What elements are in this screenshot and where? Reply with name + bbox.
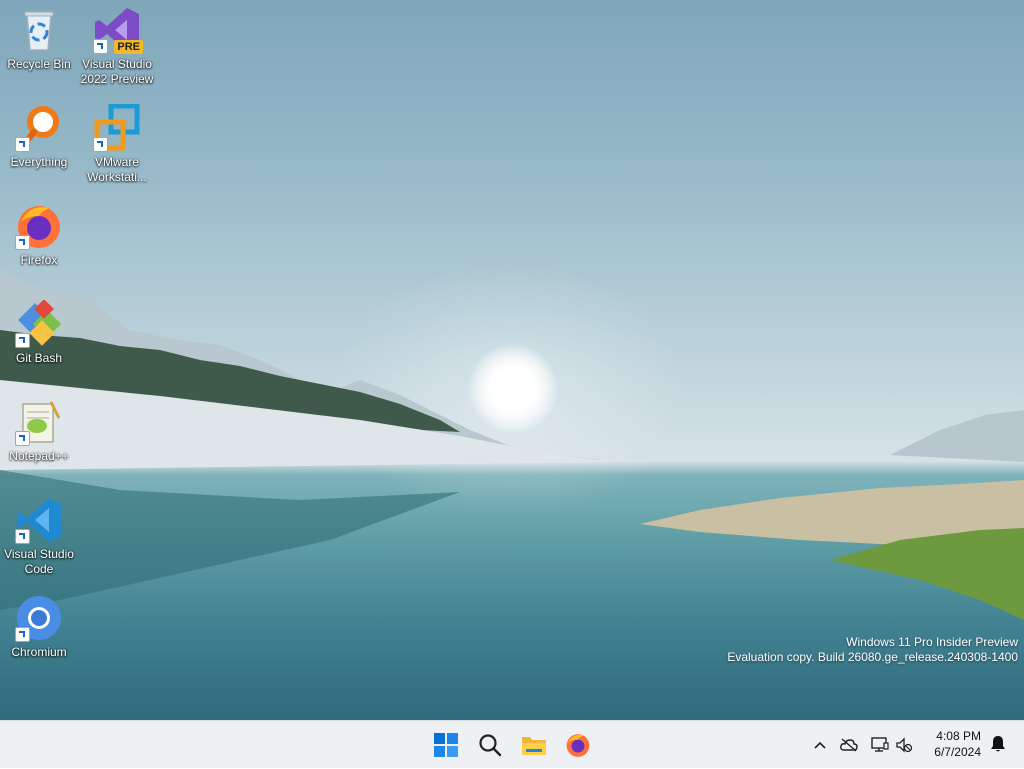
desktop-icon-label: Visual Studio 2022 Preview — [80, 57, 154, 86]
search-button[interactable] — [474, 729, 506, 761]
onedrive-button[interactable] — [834, 733, 864, 757]
vscode-icon — [15, 496, 63, 544]
firefox-taskbar-button[interactable] — [562, 729, 594, 761]
desktop-icon-label: Recycle Bin — [7, 57, 71, 71]
firefox-icon — [15, 202, 63, 250]
clock-time: 4:08 PM — [936, 729, 981, 743]
desktop-icon-notepad-plus-plus[interactable]: Notepad++ — [0, 398, 78, 464]
notifications-button[interactable] — [990, 735, 1006, 755]
shortcut-arrow-icon — [15, 529, 30, 544]
file-explorer-button[interactable] — [518, 729, 550, 761]
show-hidden-icons-button[interactable] — [810, 733, 830, 757]
evaluation-watermark: Windows 11 Pro Insider Preview Evaluatio… — [727, 635, 1018, 665]
everything-magnifier-icon — [15, 104, 63, 152]
shortcut-arrow-icon — [15, 431, 30, 446]
desktop-icon-label: Notepad++ — [9, 449, 69, 463]
shortcut-arrow-icon — [15, 235, 30, 250]
desktop-icon-visual-studio-2022-preview[interactable]: PRE Visual Studio 2022 Preview — [78, 6, 156, 87]
network-button[interactable] — [868, 733, 892, 757]
preview-badge: PRE — [114, 40, 143, 54]
desktop-icon-label: VMware Workstati... — [87, 155, 147, 184]
desktop-icon-recycle-bin[interactable]: Recycle Bin — [0, 6, 78, 72]
shortcut-arrow-icon — [93, 137, 108, 152]
system-tray — [810, 721, 916, 769]
desktop-icon-label: Chromium — [11, 645, 67, 659]
desktop-icon-firefox[interactable]: Firefox — [0, 202, 78, 268]
visual-studio-icon: PRE — [93, 6, 143, 54]
start-icon — [434, 733, 458, 757]
chromium-icon — [15, 594, 63, 642]
clock-date: 6/7/2024 — [934, 745, 981, 759]
vmware-icon — [93, 103, 141, 152]
firefox-icon — [566, 734, 590, 757]
shortcut-arrow-icon — [93, 39, 108, 54]
clock[interactable]: 4:08 PM 6/7/2024 — [934, 728, 981, 760]
desktop-icon-visual-studio-code[interactable]: Visual Studio Code — [0, 496, 78, 577]
taskbar: 4:08 PM 6/7/2024 — [0, 720, 1024, 768]
watermark-build: Evaluation copy. Build 26080.ge_release.… — [727, 650, 1018, 664]
volume-button[interactable] — [892, 733, 916, 757]
shortcut-arrow-icon — [15, 333, 30, 348]
desktop-icon-everything[interactable]: Everything — [0, 104, 78, 170]
desktop-icon-label: Firefox — [20, 253, 58, 267]
watermark-edition: Windows 11 Pro Insider Preview — [846, 635, 1018, 649]
notepad-plus-plus-icon — [15, 398, 63, 446]
onedrive-offline-icon — [840, 738, 858, 752]
start-button[interactable] — [430, 729, 462, 761]
chevron-up-icon — [814, 741, 826, 749]
shortcut-arrow-icon — [15, 137, 30, 152]
notification-bell-icon — [991, 736, 1005, 752]
desktop-icon-chromium[interactable]: Chromium — [0, 594, 78, 660]
volume-muted-icon — [896, 737, 913, 753]
shortcut-arrow-icon — [15, 627, 30, 642]
desktop-icon-label: Git Bash — [15, 351, 63, 365]
desktop-icon-vmware-workstation[interactable]: VMware Workstati... — [78, 103, 156, 185]
file-explorer-icon — [522, 737, 546, 755]
network-icon — [871, 737, 889, 752]
git-bash-icon — [15, 299, 63, 348]
desktop[interactable]: Recycle Bin PRE Visual Studio 2022 Previ… — [0, 0, 1024, 720]
search-icon — [479, 734, 502, 757]
recycle-bin-icon — [15, 6, 63, 54]
desktop-icon-git-bash[interactable]: Git Bash — [0, 299, 78, 366]
desktop-icon-label: Everything — [10, 155, 68, 169]
desktop-icon-label: Visual Studio Code — [4, 547, 74, 576]
